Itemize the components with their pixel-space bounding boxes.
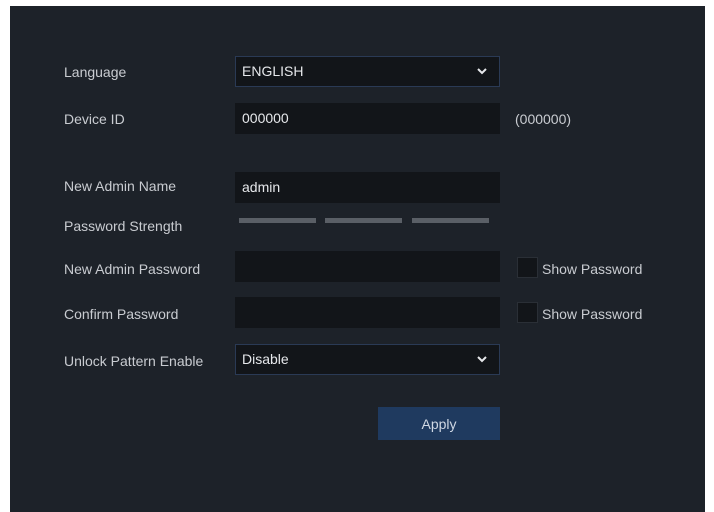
device-id-hint: (000000)	[515, 111, 572, 127]
unlock-pattern-select[interactable]: Disable	[235, 344, 500, 375]
password-strength-label: Password Strength	[64, 218, 183, 234]
admin-password-input[interactable]	[235, 251, 500, 282]
show-password-checkbox-1[interactable]	[517, 257, 538, 278]
admin-name-value: admin	[242, 179, 281, 195]
unlock-pattern-value: Disable	[242, 351, 289, 367]
strength-bar-medium	[325, 218, 402, 223]
admin-password-label: New Admin Password	[64, 261, 201, 277]
language-value: ENGLISH	[242, 63, 304, 79]
settings-panel: Language ENGLISH Device ID 000000 (00000…	[10, 6, 705, 512]
device-id-label: Device ID	[64, 111, 125, 127]
chevron-down-icon	[477, 356, 487, 363]
show-password-label-2: Show Password	[542, 306, 643, 322]
language-label: Language	[64, 64, 127, 80]
language-select[interactable]: ENGLISH	[235, 56, 500, 87]
confirm-password-label: Confirm Password	[64, 306, 179, 322]
admin-name-input[interactable]: admin	[235, 172, 500, 203]
strength-bar-strong	[412, 218, 489, 223]
apply-button[interactable]: Apply	[378, 407, 500, 440]
confirm-password-input[interactable]	[235, 297, 500, 328]
device-id-value: 000000	[242, 110, 289, 126]
admin-name-label: New Admin Name	[64, 178, 177, 194]
device-id-input[interactable]: 000000	[235, 103, 500, 134]
show-password-label-1: Show Password	[542, 261, 643, 277]
chevron-down-icon	[477, 68, 487, 75]
show-password-checkbox-2[interactable]	[517, 302, 538, 323]
strength-bar-weak	[239, 218, 316, 223]
unlock-pattern-label: Unlock Pattern Enable	[64, 353, 204, 369]
